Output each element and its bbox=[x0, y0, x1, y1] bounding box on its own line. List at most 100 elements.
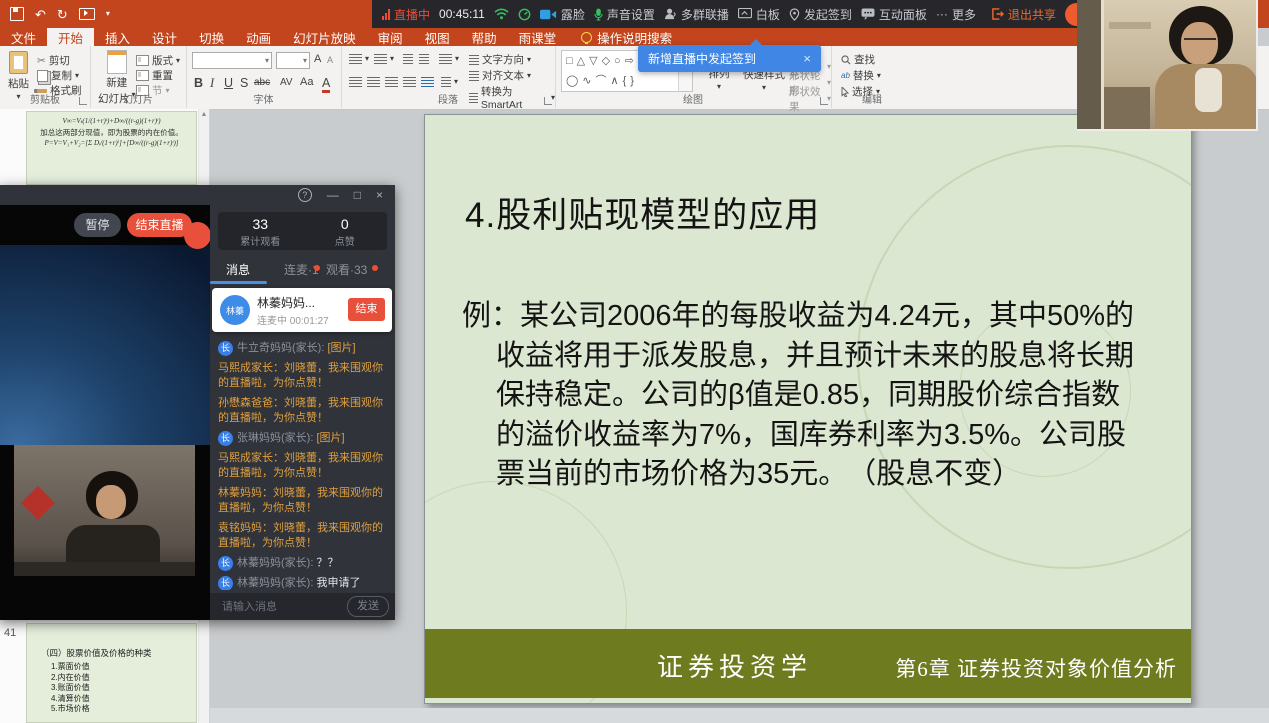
line-spacing-button[interactable]: ▾ bbox=[439, 54, 459, 64]
notification-close-icon[interactable]: × bbox=[803, 51, 811, 66]
justify-icon bbox=[403, 77, 416, 87]
undo-icon[interactable]: ↶ bbox=[35, 8, 46, 21]
live-label: 直播中 bbox=[394, 6, 430, 23]
align-left-button[interactable] bbox=[349, 77, 362, 87]
find-button[interactable]: 查找 bbox=[841, 52, 875, 67]
tab-design[interactable]: 设计 bbox=[141, 28, 188, 46]
increase-indent-button[interactable] bbox=[419, 54, 429, 64]
chevron-down-icon: ▾ bbox=[877, 72, 881, 80]
pause-stream-button[interactable]: 暂停 bbox=[74, 213, 121, 237]
close-icon[interactable]: × bbox=[376, 188, 383, 202]
interactive-panel[interactable]: 互动面板 bbox=[861, 6, 927, 23]
tab-home[interactable]: 开始 bbox=[47, 28, 94, 46]
stream-preview-area: 暂停 结束直播 bbox=[0, 205, 210, 620]
shadow-button[interactable]: S bbox=[240, 76, 248, 90]
tab-help[interactable]: 帮助 bbox=[461, 28, 508, 46]
tab-insert[interactable]: 插入 bbox=[94, 28, 141, 46]
minimize-icon[interactable]: — bbox=[327, 188, 339, 202]
slide-title[interactable]: 4.股利贴现模型的应用 bbox=[465, 187, 820, 238]
align-right-button[interactable] bbox=[385, 77, 398, 87]
tab-view[interactable]: 视图 bbox=[414, 28, 461, 46]
save-icon[interactable] bbox=[10, 7, 24, 21]
chevron-down-icon: ▾ bbox=[527, 72, 531, 80]
likes-stat: 0 点赞 bbox=[303, 212, 388, 250]
audio-settings[interactable]: 声音设置 bbox=[594, 6, 655, 23]
chat-message-list[interactable]: 长牛立奇妈妈(家长): [图片] 马熙成家长：刘晓蕾，我来围观你的直播啦，为你点… bbox=[210, 337, 395, 590]
layout-button[interactable]: 版式 ▾ bbox=[136, 53, 180, 68]
bold-button[interactable]: B bbox=[194, 76, 203, 90]
font-name-select[interactable]: ▾ bbox=[192, 52, 272, 69]
message-sender: 林蓁妈妈(家长): bbox=[237, 577, 316, 589]
thumbnail-formula-slide[interactable]: V∞=Vₜ(1/(1+r)ᵗ)+D∞/((r-g)(1+r)ᵗ) 加总这两部分现… bbox=[26, 111, 197, 185]
tab-slideshow[interactable]: 幻灯片放映 bbox=[282, 28, 367, 46]
more-menu[interactable]: ··· 更多 bbox=[936, 6, 976, 23]
thumb41-item: 5.市场价格 bbox=[51, 704, 196, 715]
replace-button[interactable]: ab 替换 ▾ bbox=[841, 68, 881, 83]
maximize-icon[interactable]: □ bbox=[354, 188, 361, 202]
whiteboard[interactable]: 白板 bbox=[738, 6, 780, 23]
end-stream-button[interactable]: 结束直播 bbox=[127, 213, 192, 237]
group-label-slides: 幻灯片 bbox=[90, 91, 186, 106]
italic-button[interactable]: I bbox=[210, 76, 214, 91]
presenter-webcam-preview[interactable] bbox=[14, 445, 195, 576]
start-signin[interactable]: 发起签到 bbox=[789, 6, 852, 23]
tab-messages[interactable]: 消息 bbox=[226, 261, 250, 278]
replace-icon: ab bbox=[841, 71, 850, 80]
send-button[interactable]: 发送 bbox=[347, 596, 389, 617]
grow-font-button[interactable]: A bbox=[314, 53, 321, 65]
strikethrough-button[interactable]: abc bbox=[254, 77, 270, 88]
live-indicator: 直播中 bbox=[382, 6, 430, 23]
screen: ↶ ↻ ▾ 直播中 00:45:11 露脸 声音设置 多群联播 bbox=[0, 0, 1269, 723]
chat-message: 马熙成家长：刘晓蕾，我来围观你的直播啦，为你点赞！ bbox=[218, 451, 387, 481]
tab-transitions[interactable]: 切换 bbox=[188, 28, 235, 46]
room-door bbox=[1077, 0, 1104, 129]
tab-watching[interactable]: 观看·33 bbox=[326, 261, 367, 278]
columns-button[interactable]: ▾ bbox=[441, 77, 458, 87]
copy-button[interactable]: 复制 ▾ bbox=[37, 68, 79, 83]
align-center-button[interactable] bbox=[367, 77, 380, 87]
multicast[interactable]: 多群联播 bbox=[664, 6, 729, 23]
redo-icon[interactable]: ↻ bbox=[57, 8, 68, 21]
align-text-button[interactable]: 对齐文本▾ bbox=[469, 68, 531, 83]
tell-me-search[interactable]: 操作说明搜索 bbox=[581, 28, 672, 46]
presenter-webcam-overlay[interactable] bbox=[1077, 0, 1258, 131]
slideshow-icon[interactable] bbox=[79, 8, 95, 20]
reset-button[interactable]: 重置 bbox=[136, 68, 173, 83]
shrink-font-button[interactable]: A bbox=[327, 55, 333, 65]
slide-canvas[interactable]: 4.股利贴现模型的应用 例：某公司2006年的每股收益为4.24元，其中50%的… bbox=[424, 114, 1192, 704]
chevron-down-icon: ▾ bbox=[176, 57, 180, 65]
numbering-button[interactable]: ▾ bbox=[374, 54, 394, 64]
underline-button[interactable]: U bbox=[224, 76, 233, 90]
parent-badge-icon: 长 bbox=[218, 431, 233, 446]
bullets-button[interactable]: ▾ bbox=[349, 54, 369, 64]
change-case-button[interactable]: Aa bbox=[300, 76, 313, 88]
wifi-icon bbox=[494, 8, 509, 20]
shape-icons-row2[interactable]: ◯∿⌒∧{} bbox=[562, 71, 692, 91]
customize-qat-caret-icon[interactable]: ▾ bbox=[106, 10, 110, 18]
search-icon bbox=[841, 55, 851, 65]
tab-file[interactable]: 文件 bbox=[0, 28, 47, 46]
tab-review[interactable]: 审阅 bbox=[367, 28, 414, 46]
justify-button[interactable] bbox=[403, 77, 416, 87]
scroll-up-icon[interactable]: ▲ bbox=[199, 109, 209, 121]
distribute-button[interactable] bbox=[421, 77, 434, 87]
help-icon[interactable]: ? bbox=[298, 188, 312, 202]
end-mic-button[interactable]: 结束 bbox=[348, 298, 385, 321]
text-direction-button[interactable]: 文字方向▾ bbox=[469, 52, 531, 67]
tab-animations[interactable]: 动画 bbox=[235, 28, 282, 46]
chevron-down-icon: ▾ bbox=[265, 57, 269, 65]
performance-gauge-icon[interactable] bbox=[518, 8, 531, 21]
decrease-indent-button[interactable] bbox=[403, 54, 413, 64]
camera-toggle[interactable]: 露脸 bbox=[540, 6, 585, 23]
exit-share-button[interactable]: 退出共享 bbox=[991, 6, 1056, 23]
font-size-select[interactable]: ▾ bbox=[276, 52, 310, 69]
cut-button[interactable]: ✂ 剪切 bbox=[37, 53, 70, 68]
chevron-down-icon: ▾ bbox=[454, 78, 458, 86]
line-spacing-icon bbox=[439, 54, 452, 64]
parent-badge-icon: 长 bbox=[218, 576, 233, 590]
chat-input[interactable] bbox=[210, 600, 347, 614]
character-spacing-button[interactable]: AV bbox=[280, 77, 293, 88]
thumbnail-slide-41[interactable]: （四）股票价值及价格的种类 1.票面价值 2.内在价值 3.账面价值 4.清算价… bbox=[26, 623, 197, 723]
slide-body-text[interactable]: 例：某公司2006年的每股收益为4.24元，其中50%的收益将用于派发股息，并且… bbox=[462, 297, 1136, 495]
tab-rain-classroom[interactable]: 雨课堂 bbox=[508, 28, 568, 46]
